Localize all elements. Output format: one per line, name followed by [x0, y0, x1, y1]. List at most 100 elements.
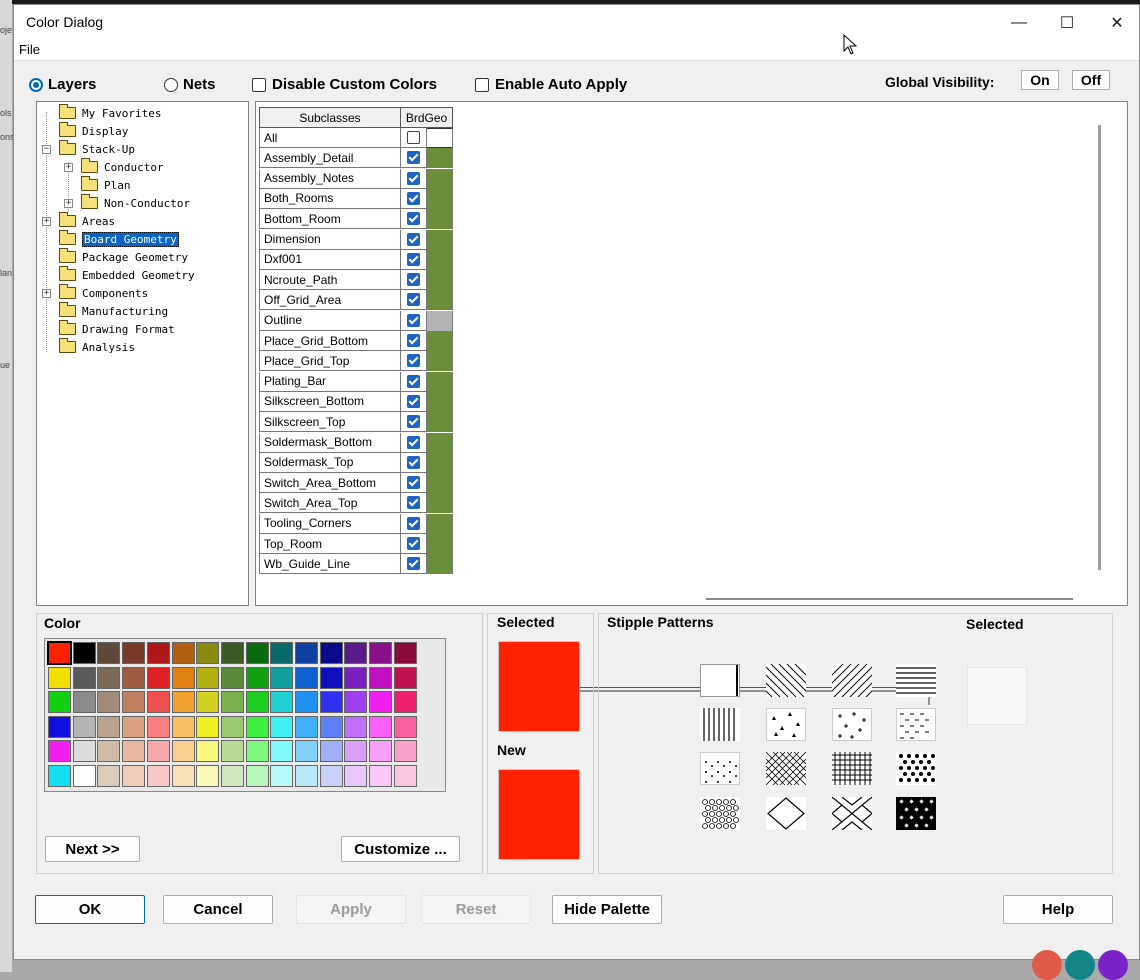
taskbar-app-icon[interactable]: [1032, 950, 1062, 980]
tree-item[interactable]: My Favorites: [59, 104, 161, 122]
color-swatch[interactable]: [427, 188, 453, 209]
reset-button[interactable]: Reset: [421, 895, 531, 924]
palette-color-cell[interactable]: [72, 740, 96, 762]
visibility-checkbox[interactable]: [400, 310, 427, 331]
visibility-checkbox[interactable]: [400, 513, 427, 534]
palette-color-cell[interactable]: [122, 764, 146, 787]
palette-color-cell[interactable]: [97, 740, 121, 762]
color-swatch[interactable]: [427, 534, 453, 554]
palette-color-cell[interactable]: [122, 666, 146, 689]
cancel-button[interactable]: Cancel: [163, 895, 273, 924]
color-swatch[interactable]: [427, 554, 453, 575]
tree-item[interactable]: Non-Conductor: [81, 194, 190, 212]
tree-item[interactable]: Areas: [59, 212, 115, 230]
palette-color-cell[interactable]: [319, 666, 343, 689]
palette-color-cell[interactable]: [319, 715, 343, 738]
color-swatch[interactable]: [427, 351, 453, 372]
palette-color-cell[interactable]: [245, 740, 269, 762]
palette-color-cell[interactable]: [146, 740, 170, 762]
palette-color-cell[interactable]: [48, 715, 71, 738]
hide-palette-button[interactable]: Hide Palette: [552, 895, 662, 924]
menu-file[interactable]: File: [19, 42, 40, 57]
palette-color-cell[interactable]: [220, 715, 244, 738]
stipple-triangles[interactable]: [766, 708, 806, 741]
stipple-horizontal[interactable]: [896, 664, 936, 697]
visibility-checkbox[interactable]: [400, 229, 427, 250]
palette-color-cell[interactable]: [97, 764, 121, 787]
palette-color-cell[interactable]: [72, 715, 96, 738]
palette-color-cell[interactable]: [295, 691, 318, 713]
palette-color-cell[interactable]: [48, 666, 71, 689]
collapse-icon[interactable]: −: [42, 145, 51, 154]
table-row[interactable]: Top_Room: [259, 534, 453, 554]
palette-color-cell[interactable]: [122, 642, 146, 664]
palette-color-cell[interactable]: [344, 740, 368, 762]
tree-item[interactable]: Display: [59, 122, 128, 140]
palette-color-cell[interactable]: [220, 642, 244, 664]
palette-color-cell[interactable]: [369, 691, 393, 713]
visibility-checkbox[interactable]: [400, 290, 427, 311]
palette-color-cell[interactable]: [270, 642, 294, 664]
palette-color-cell[interactable]: [393, 715, 417, 738]
palette-color-cell[interactable]: [146, 764, 170, 787]
tree-item[interactable]: Manufacturing: [59, 302, 168, 320]
palette-color-cell[interactable]: [344, 715, 368, 738]
visibility-checkbox[interactable]: [400, 128, 427, 148]
visibility-checkbox[interactable]: [400, 493, 427, 514]
palette-color-cell[interactable]: [245, 642, 269, 664]
color-swatch[interactable]: [427, 270, 453, 291]
ok-button[interactable]: OK: [35, 895, 145, 924]
taskbar-app-icon[interactable]: [1098, 950, 1128, 980]
palette-color-cell[interactable]: [295, 666, 318, 689]
table-row[interactable]: Assembly_Detail: [259, 148, 453, 169]
stipple-checker[interactable]: [896, 797, 936, 830]
palette-color-cell[interactable]: [319, 691, 343, 713]
table-row[interactable]: Bottom_Room: [259, 209, 453, 230]
table-row[interactable]: Tooling_Corners: [259, 513, 453, 534]
palette-color-cell[interactable]: [393, 642, 417, 664]
palette-color-cell[interactable]: [319, 642, 343, 664]
palette-color-cell[interactable]: [319, 740, 343, 762]
palette-color-cell[interactable]: [146, 691, 170, 713]
palette-color-cell[interactable]: [196, 764, 220, 787]
palette-color-cell[interactable]: [220, 740, 244, 762]
stipple-dashes[interactable]: [896, 708, 936, 741]
palette-color-cell[interactable]: [344, 691, 368, 713]
table-row[interactable]: Soldermask_Top: [259, 452, 453, 473]
tree-item[interactable]: Package Geometry: [59, 248, 188, 266]
palette-color-cell[interactable]: [196, 642, 220, 664]
palette-color-cell[interactable]: [245, 764, 269, 787]
table-row[interactable]: Switch_Area_Bottom: [259, 473, 453, 494]
palette-color-cell[interactable]: [196, 666, 220, 689]
palette-color-cell[interactable]: [97, 691, 121, 713]
layers-radio[interactable]: Layers: [29, 76, 96, 93]
minimize-button[interactable]: —: [996, 9, 1042, 37]
global-visibility-on-button[interactable]: On: [1021, 70, 1059, 90]
palette-color-cell[interactable]: [270, 715, 294, 738]
palette-color-cell[interactable]: [270, 691, 294, 713]
color-swatch[interactable]: [427, 148, 453, 169]
color-swatch[interactable]: [427, 229, 453, 250]
help-button[interactable]: Help: [1003, 895, 1113, 924]
tree-item[interactable]: Components: [59, 284, 148, 302]
stipple-circles[interactable]: [700, 797, 740, 830]
visibility-checkbox[interactable]: [400, 188, 427, 209]
palette-color-cell[interactable]: [220, 691, 244, 713]
tree-item[interactable]: Conductor: [81, 158, 164, 176]
color-swatch[interactable]: [427, 391, 453, 412]
expand-icon[interactable]: +: [42, 289, 51, 298]
palette-color-cell[interactable]: [369, 764, 393, 787]
palette-color-cell[interactable]: [220, 764, 244, 787]
table-row[interactable]: Plating_Bar: [259, 371, 453, 392]
palette-color-cell[interactable]: [171, 642, 195, 664]
palette-color-cell[interactable]: [146, 715, 170, 738]
color-swatch[interactable]: [427, 331, 453, 351]
taskbar-app-icon[interactable]: [1065, 950, 1095, 980]
vertical-scrollbar[interactable]: [1098, 125, 1101, 570]
title-bar[interactable]: Color Dialog — ☐ ✕: [14, 5, 1139, 39]
palette-color-cell[interactable]: [122, 740, 146, 762]
palette-color-cell[interactable]: [97, 666, 121, 689]
table-row[interactable]: Place_Grid_Bottom: [259, 331, 453, 351]
palette-color-cell[interactable]: [220, 666, 244, 689]
tree-item[interactable]: Analysis: [59, 338, 135, 356]
